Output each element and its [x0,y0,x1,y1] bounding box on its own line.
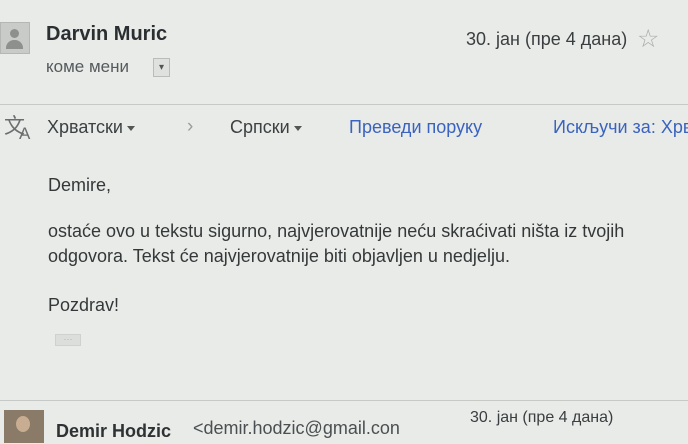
translate-icon: 文A [4,115,31,143]
show-trimmed-content-button[interactable]: ··· [55,334,81,346]
message-header: Darvin Muric коме мени ▾ 30. јан (пре 4 … [0,0,688,104]
target-language-dropdown[interactable]: Српски [230,117,302,138]
star-icon[interactable]: ☆ [637,24,659,54]
avatar [4,410,44,443]
chevron-down-icon [126,125,135,131]
avatar[interactable] [0,22,30,54]
message-body-line: ostaće ovo u tekstu sigurno, najvjerovat… [48,221,625,241]
next-sender-name[interactable]: Demir Hodzic [56,421,171,442]
source-language-dropdown[interactable]: Хрватски [47,117,135,138]
sender-name[interactable]: Darvin Muric [46,23,167,46]
avatar-head [10,29,19,38]
arrow-right-icon: › [187,116,194,137]
message-body-line: odgovora. Tekst će najvjerovatnije biti … [48,246,510,266]
chevron-down-icon [293,125,302,131]
target-language-label: Српски [230,117,290,137]
avatar-face [16,416,30,432]
translate-message-link[interactable]: Преведи поруку [349,117,482,138]
message-greeting: Demire, [48,175,112,195]
recipient-details-dropdown[interactable]: ▾ [153,58,170,77]
recipient-label: коме мени [46,57,129,76]
source-language-label: Хрватски [47,117,123,137]
next-message-date: 30. јан (пре 4 дана) [470,409,614,426]
avatar-body [6,40,23,49]
next-sender-email: <demir.hodzic@gmail.con [193,418,400,438]
disable-translation-link[interactable]: Искључи за: Хрв [553,117,688,138]
message-date: 30. јан (пре 4 дана) [466,29,628,49]
message-signoff: Pozdrav! [48,295,120,315]
